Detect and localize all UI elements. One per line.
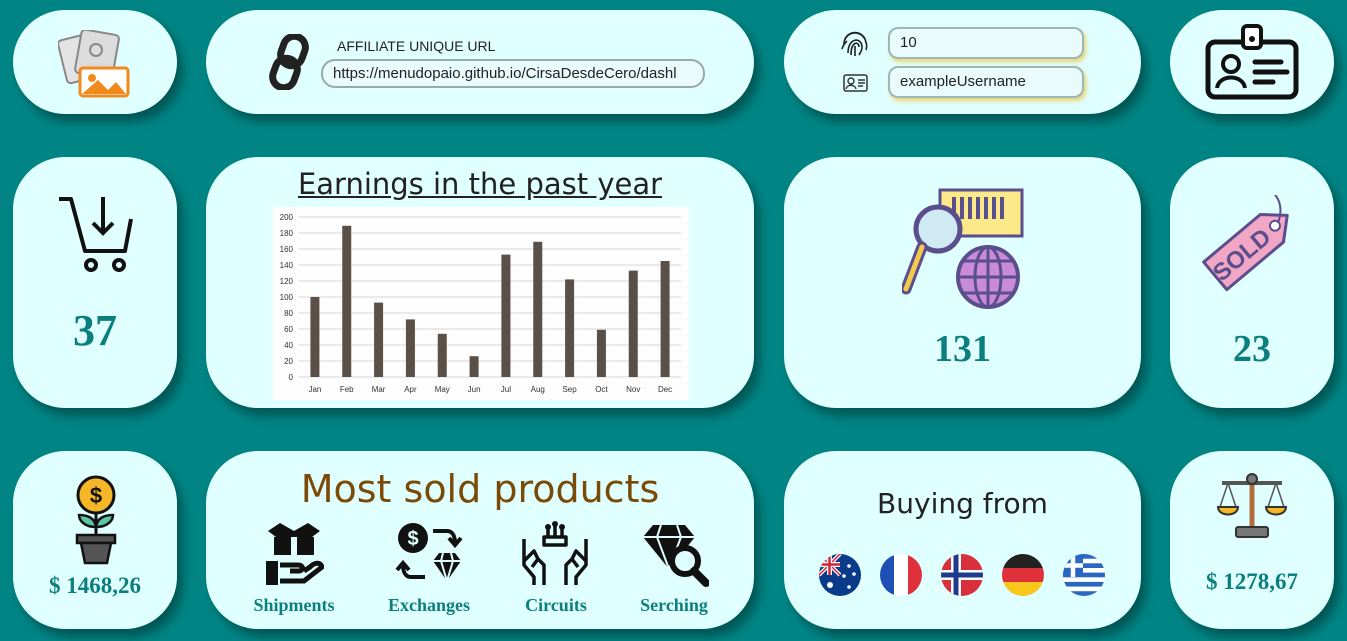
global-card: 131 xyxy=(784,157,1141,408)
x-tick-label: Nov xyxy=(626,385,640,394)
x-tick-label: Jul xyxy=(501,385,511,394)
fingerprint-icon xyxy=(841,31,868,56)
username-input[interactable]: exampleUsername xyxy=(888,66,1084,98)
balance-amount: $ 1278,67 xyxy=(1206,569,1298,594)
greece-flag-icon xyxy=(1063,554,1105,596)
x-tick-label: Aug xyxy=(531,385,545,394)
product-label-shipments: Shipments xyxy=(253,595,335,615)
germany-flag-icon xyxy=(1002,554,1044,596)
most-sold-title: Most sold products xyxy=(300,467,660,511)
x-tick-label: Feb xyxy=(340,385,354,394)
bar-aug xyxy=(533,241,543,377)
bar-may xyxy=(437,333,447,377)
bar-jan xyxy=(310,297,320,377)
bar-jun xyxy=(469,356,479,377)
sold-count: 23 xyxy=(1233,328,1271,370)
australia-flag-icon xyxy=(819,554,861,596)
y-tick-label: 160 xyxy=(280,245,294,254)
gallery-card xyxy=(13,10,177,114)
y-tick-label: 200 xyxy=(280,213,294,222)
svg-text:$: $ xyxy=(90,483,102,508)
earnings-card: Earnings in the past year 0 20 40 60 80 100 12… xyxy=(206,157,754,408)
y-tick-label: 120 xyxy=(280,277,294,286)
x-tick-label: May xyxy=(435,385,450,394)
y-tick-label: 60 xyxy=(284,325,293,334)
x-tick-label: Mar xyxy=(372,385,386,394)
most-sold-card: Most sold products Shipments $ Exchanges… xyxy=(206,451,754,629)
buying-from-card: Buying from xyxy=(784,451,1141,629)
bar-sep xyxy=(565,279,575,377)
x-tick-label: Jan xyxy=(308,385,321,394)
earnings-title: Earnings in the past year xyxy=(297,167,663,201)
bar-nov xyxy=(628,270,638,377)
investment-card: $ $ 1468,26 xyxy=(13,451,177,629)
x-tick-label: Oct xyxy=(595,385,608,394)
y-tick-label: 140 xyxy=(280,261,294,270)
global-search-icon xyxy=(902,188,1024,309)
link-icon xyxy=(269,34,309,90)
norway-flag-icon xyxy=(941,554,983,596)
balance-scale-icon xyxy=(1216,473,1288,538)
y-tick-label: 180 xyxy=(280,229,294,238)
earnings-bar-chart: 0 20 40 60 80 100 120 140 160 180 200 Jan Feb Mar Apr M… xyxy=(273,207,689,400)
shopping-cart-download-icon xyxy=(59,197,133,272)
investment-amount: $ 1468,26 xyxy=(49,573,141,598)
product-label-exchanges: Exchanges xyxy=(387,595,470,615)
svg-text:$: $ xyxy=(407,528,418,550)
y-tick-label: 20 xyxy=(284,357,293,366)
sold-tag-icon: SOLD xyxy=(1202,195,1289,292)
affiliate-url-field[interactable]: https://menudopaio.github.io/CirsaDesdeC… xyxy=(321,59,705,88)
x-tick-label: Jun xyxy=(468,385,481,394)
cart-card: 37 xyxy=(13,157,177,408)
diamond-search-icon[interactable] xyxy=(641,521,709,587)
bar-jul xyxy=(501,254,511,377)
bar-dec xyxy=(660,261,670,377)
image-gallery-icon xyxy=(58,30,130,98)
affiliate-url-card: AFFILIATE UNIQUE URL https://menudopaio.… xyxy=(206,10,754,114)
cart-count: 37 xyxy=(73,306,117,355)
buying-from-title: Buying from xyxy=(877,487,1048,520)
bar-apr xyxy=(405,319,415,377)
id-card-small-icon xyxy=(843,74,868,92)
id-input[interactable]: 10 xyxy=(888,27,1084,59)
product-label-circuits: Circuits xyxy=(525,595,587,615)
y-tick-label: 0 xyxy=(289,373,294,382)
exchange-icon[interactable]: $ xyxy=(395,521,463,587)
product-label-serching: Serching xyxy=(640,595,708,615)
affiliate-url-label: AFFILIATE UNIQUE URL xyxy=(337,38,496,54)
balance-card: $ 1278,67 xyxy=(1170,451,1334,629)
bar-oct xyxy=(596,329,606,377)
global-count: 131 xyxy=(934,328,991,370)
circuit-icon[interactable] xyxy=(520,521,590,587)
badge-card xyxy=(1170,10,1334,114)
x-tick-label: Dec xyxy=(658,385,672,394)
bar-feb xyxy=(342,225,352,377)
box-hand-icon[interactable] xyxy=(264,521,324,587)
y-tick-label: 80 xyxy=(284,309,293,318)
sold-card: SOLD 23 xyxy=(1170,157,1334,408)
y-tick-label: 100 xyxy=(280,293,294,302)
france-flag-icon xyxy=(880,554,922,596)
money-plant-icon: $ xyxy=(75,475,117,565)
login-card: 10 exampleUsername xyxy=(784,10,1141,114)
x-tick-label: Sep xyxy=(562,385,577,394)
x-tick-label: Apr xyxy=(404,385,417,394)
bar-mar xyxy=(374,302,384,377)
y-tick-label: 40 xyxy=(284,341,293,350)
employee-badge-icon xyxy=(1205,24,1299,100)
